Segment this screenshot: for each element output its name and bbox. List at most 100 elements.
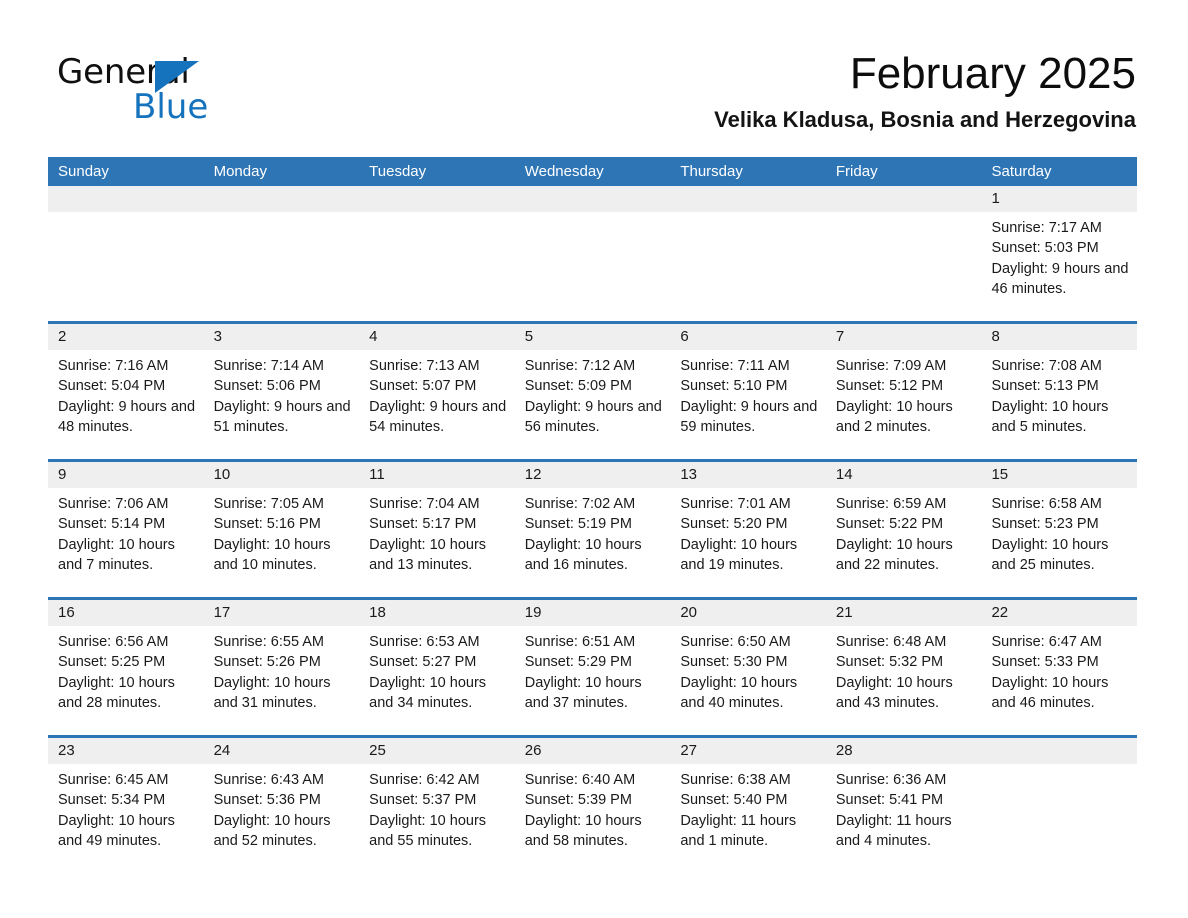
day-number: 14	[825, 462, 982, 488]
day-details: Sunrise: 6:47 AM Sunset: 5:33 PM Daylight:…	[981, 626, 1137, 735]
day-cell[interactable]: 27 Sunrise: 6:38 AM Sunset: 5:40 PM Dayligh…	[670, 738, 826, 873]
day-cell[interactable]: 3 Sunrise: 7:14 AM Sunset: 5:06 PM Daylight…	[203, 324, 360, 459]
sunset-text: Sunset: 5:33 PM	[991, 654, 1099, 671]
sunrise-text: Sunrise: 7:05 AM	[213, 496, 324, 512]
sunset-text: Sunset: 5:13 PM	[991, 378, 1099, 395]
day-cell[interactable]: 4 Sunrise: 7:13 AM Sunset: 5:07 PM Daylight…	[359, 324, 515, 459]
page-subtitle: Velika Kladusa, Bosnia and Herzegovina	[714, 107, 1136, 132]
daylight-text: Daylight: 9 hours and 48 minutes.	[58, 398, 196, 435]
day-cell[interactable]: 23 Sunrise: 6:45 AM Sunset: 5:34 PM Dayligh…	[48, 738, 204, 873]
weekday-header-friday: Friday	[835, 163, 878, 180]
day-details: Sunrise: 7:11 AM Sunset: 5:10 PM Daylight:…	[670, 350, 826, 459]
day-cell[interactable]: 6 Sunrise: 7:11 AM Sunset: 5:10 PM Daylight…	[670, 324, 826, 459]
day-number: 5	[514, 324, 671, 350]
day-number: 25	[359, 738, 515, 764]
sunrise-text: Sunrise: 7:04 AM	[369, 496, 480, 512]
day-cell[interactable]: 8 Sunrise: 7:08 AM Sunset: 5:13 PM Daylight…	[981, 324, 1138, 459]
sunrise-text: Sunrise: 7:09 AM	[835, 358, 947, 374]
sunset-text: Sunset: 5:25 PM	[58, 654, 166, 671]
day-cell-empty	[514, 186, 671, 321]
sunrise-text: Sunrise: 6:56 AM	[58, 634, 169, 650]
day-number	[670, 186, 826, 212]
day-cell[interactable]: 5 Sunrise: 7:12 AM Sunset: 5:09 PM Daylight…	[514, 324, 671, 459]
weekday-header-wednesday: Wednesday	[524, 163, 604, 180]
day-cell[interactable]: 19 Sunrise: 6:51 AM Sunset: 5:29 PM Dayligh…	[514, 600, 671, 735]
day-cell[interactable]: 22 Sunrise: 6:47 AM Sunset: 5:33 PM Dayligh…	[981, 600, 1138, 735]
daylight-text: Daylight: 10 hours and 10 minutes.	[213, 536, 331, 573]
day-cell[interactable]: 10 Sunrise: 7:05 AM Sunset: 5:16 PM Dayligh…	[203, 462, 360, 597]
daylight-text: Daylight: 9 hours and 51 minutes.	[213, 398, 351, 435]
day-details	[826, 212, 982, 321]
day-cell[interactable]: 16 Sunrise: 6:56 AM Sunset: 5:25 PM Dayligh…	[48, 600, 204, 735]
weekday-header-thursday: Thursday	[680, 163, 743, 180]
day-cell-empty	[203, 186, 360, 321]
day-number: 9	[48, 462, 204, 488]
sunrise-text: Sunrise: 6:38 AM	[680, 772, 791, 788]
day-cell[interactable]: 28 Sunrise: 6:36 AM Sunset: 5:41 PM Dayligh…	[825, 738, 982, 873]
logo-text-blue: Blue	[133, 87, 209, 127]
day-cell[interactable]: 1 Sunrise: 7:17 AM Sunset: 5:03 PM Daylight…	[981, 186, 1138, 321]
daylight-text: Daylight: 10 hours and 43 minutes.	[835, 674, 953, 711]
calendar-week-row: 23 Sunrise: 6:45 AM Sunset: 5:34 PM Dayligh…	[48, 735, 1138, 873]
day-number	[359, 186, 515, 212]
sunrise-text: Sunrise: 6:51 AM	[524, 634, 636, 650]
daylight-text: Daylight: 10 hours and 2 minutes.	[835, 398, 953, 435]
day-number: 4	[359, 324, 515, 350]
day-details: Sunrise: 7:09 AM Sunset: 5:12 PM Daylight:…	[826, 350, 982, 459]
sunset-text: Sunset: 5:32 PM	[835, 654, 944, 671]
day-cell[interactable]: 26 Sunrise: 6:40 AM Sunset: 5:39 PM Dayligh…	[514, 738, 671, 873]
day-cell[interactable]: 7 Sunrise: 7:09 AM Sunset: 5:12 PM Daylight…	[825, 324, 982, 459]
daylight-text: Daylight: 10 hours and 19 minutes.	[680, 536, 798, 573]
day-details	[204, 212, 360, 321]
day-number	[48, 186, 204, 212]
sunrise-text: Sunrise: 6:53 AM	[369, 634, 480, 650]
day-cell[interactable]: 2 Sunrise: 7:16 AM Sunset: 5:04 PM Daylight…	[48, 324, 204, 459]
daylight-text: Daylight: 11 hours and 4 minutes.	[835, 812, 952, 849]
day-details: Sunrise: 6:59 AM Sunset: 5:22 PM Daylight:…	[826, 488, 982, 597]
calendar-weeks: 1 Sunrise: 7:17 AM Sunset: 5:03 PM Daylight…	[48, 186, 1138, 873]
weekday-header-monday: Monday	[213, 163, 267, 180]
sunrise-text: Sunrise: 7:16 AM	[58, 358, 169, 374]
day-cell[interactable]: 25 Sunrise: 6:42 AM Sunset: 5:37 PM Dayligh…	[359, 738, 515, 873]
sunrise-text: Sunrise: 7:14 AM	[213, 358, 324, 374]
day-cell[interactable]: 17 Sunrise: 6:55 AM Sunset: 5:26 PM Dayligh…	[203, 600, 360, 735]
day-cell[interactable]: 24 Sunrise: 6:43 AM Sunset: 5:36 PM Dayligh…	[203, 738, 360, 873]
day-details: Sunrise: 7:06 AM Sunset: 5:14 PM Daylight:…	[48, 488, 204, 597]
day-cell[interactable]: 12 Sunrise: 7:02 AM Sunset: 5:19 PM Dayligh…	[514, 462, 671, 597]
day-details: Sunrise: 7:16 AM Sunset: 5:04 PM Daylight:…	[48, 350, 204, 459]
day-details	[981, 764, 1137, 873]
day-number: 24	[203, 738, 360, 764]
day-number: 28	[825, 738, 982, 764]
calendar-week-row: 16 Sunrise: 6:56 AM Sunset: 5:25 PM Dayligh…	[48, 597, 1138, 735]
day-cell[interactable]: 14 Sunrise: 6:59 AM Sunset: 5:22 PM Dayligh…	[825, 462, 982, 597]
daylight-text: Daylight: 10 hours and 13 minutes.	[369, 536, 487, 573]
day-cell[interactable]: 15 Sunrise: 6:58 AM Sunset: 5:23 PM Dayligh…	[981, 462, 1138, 597]
sunset-text: Sunset: 5:20 PM	[680, 516, 788, 533]
day-cell[interactable]: 21 Sunrise: 6:48 AM Sunset: 5:32 PM Dayligh…	[825, 600, 982, 735]
day-details: Sunrise: 7:04 AM Sunset: 5:17 PM Daylight:…	[359, 488, 515, 597]
sunset-text: Sunset: 5:17 PM	[369, 516, 477, 533]
sunrise-text: Sunrise: 6:40 AM	[524, 772, 636, 788]
sunrise-text: Sunrise: 7:06 AM	[58, 496, 169, 512]
sunrise-text: Sunrise: 6:55 AM	[213, 634, 324, 650]
general-blue-logo[interactable]: General Blue	[57, 52, 317, 128]
day-cell[interactable]: 11 Sunrise: 7:04 AM Sunset: 5:17 PM Dayligh…	[359, 462, 515, 597]
sunrise-text: Sunrise: 6:50 AM	[680, 634, 791, 650]
calendar-page: General Blue February 2025 Velika Kladus…	[0, 0, 1188, 918]
sunset-text: Sunset: 5:41 PM	[835, 792, 944, 809]
sunset-text: Sunset: 5:10 PM	[680, 378, 788, 395]
sunset-text: Sunset: 5:39 PM	[524, 792, 632, 809]
day-cell[interactable]: 13 Sunrise: 7:01 AM Sunset: 5:20 PM Dayligh…	[670, 462, 826, 597]
day-cell[interactable]: 20 Sunrise: 6:50 AM Sunset: 5:30 PM Dayligh…	[670, 600, 826, 735]
day-number: 12	[514, 462, 671, 488]
day-details: Sunrise: 6:53 AM Sunset: 5:27 PM Daylight:…	[359, 626, 515, 735]
day-number	[825, 186, 982, 212]
day-cell[interactable]: 18 Sunrise: 6:53 AM Sunset: 5:27 PM Dayligh…	[359, 600, 515, 735]
day-details: Sunrise: 6:55 AM Sunset: 5:26 PM Daylight:…	[204, 626, 360, 735]
day-details: Sunrise: 6:58 AM Sunset: 5:23 PM Daylight:…	[981, 488, 1137, 597]
day-number	[203, 186, 360, 212]
day-cell[interactable]: 9 Sunrise: 7:06 AM Sunset: 5:14 PM Daylight…	[48, 462, 204, 597]
daylight-text: Daylight: 10 hours and 22 minutes.	[835, 536, 953, 573]
sunset-text: Sunset: 5:06 PM	[213, 378, 321, 395]
day-details	[515, 212, 671, 321]
